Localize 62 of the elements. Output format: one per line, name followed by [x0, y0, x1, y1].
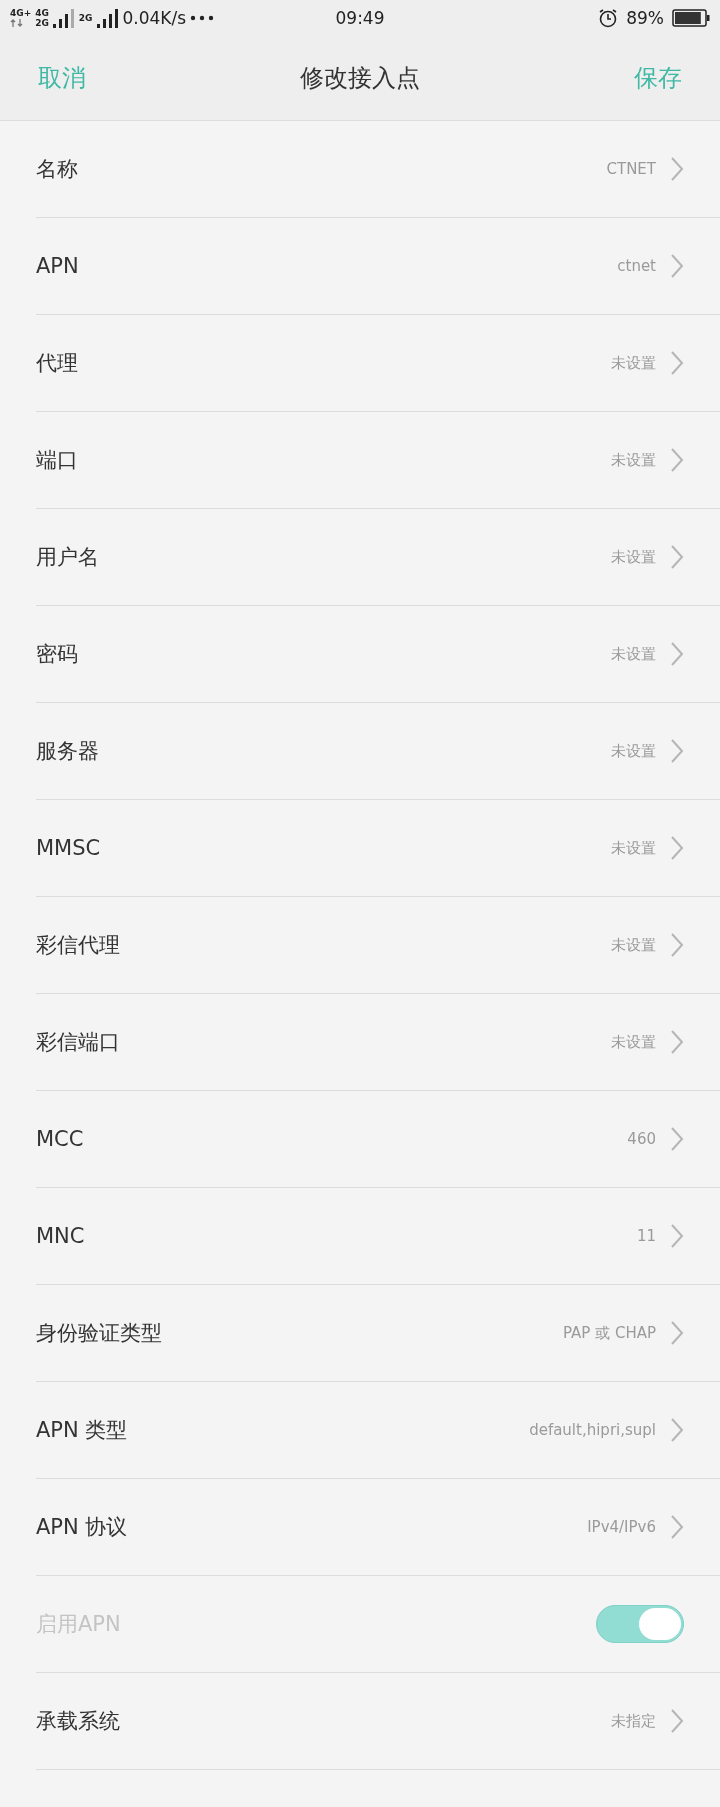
- setting-label[interactable]: 彩信端口: [36, 1028, 597, 1056]
- network-type: 4G+: [10, 9, 32, 18]
- setting-label[interactable]: 名称: [36, 155, 593, 183]
- chevron-right-icon: [670, 1126, 684, 1152]
- setting-label[interactable]: 代理: [36, 349, 597, 377]
- chevron-right-icon: [670, 1514, 684, 1540]
- chevron-right-icon: [670, 1708, 684, 1734]
- signal-icon: [52, 8, 75, 28]
- setting-value: 未设置: [611, 838, 656, 858]
- network-type: 2G: [78, 13, 93, 23]
- setting-label[interactable]: APN 类型: [36, 1416, 516, 1444]
- setting-label[interactable]: APN 协议: [36, 1513, 574, 1541]
- setting-value: 未设置: [611, 935, 656, 955]
- setting-label[interactable]: MNC: [36, 1224, 623, 1248]
- chevron-right-icon: [670, 544, 684, 570]
- data-arrows-icon: [10, 19, 24, 27]
- setting-label[interactable]: 彩信代理: [36, 931, 597, 959]
- setting-label[interactable]: 身份验证类型: [36, 1319, 549, 1347]
- page-title: 修改接入点: [300, 63, 420, 94]
- more-dots-icon: [190, 15, 215, 21]
- chevron-right-icon: [670, 835, 684, 861]
- setting-value: CTNET: [606, 160, 656, 178]
- setting-label[interactable]: 端口: [36, 446, 597, 474]
- setting-value: 未设置: [611, 353, 656, 373]
- chevron-right-icon: [670, 253, 684, 279]
- chevron-right-icon: [670, 1320, 684, 1346]
- setting-value: IPv4/IPv6: [587, 1518, 656, 1536]
- setting-label[interactable]: 服务器: [36, 737, 597, 765]
- setting-value: 11: [636, 1227, 656, 1245]
- setting-value: 460: [627, 1130, 656, 1148]
- chevron-right-icon: [670, 641, 684, 667]
- setting-label[interactable]: MMSC: [36, 836, 597, 860]
- signal-icon: [96, 8, 119, 28]
- clock-time: 09:49: [335, 8, 385, 28]
- setting-value: ctnet: [617, 257, 656, 275]
- setting-value: PAP 或 CHAP: [563, 1323, 656, 1343]
- chevron-right-icon: [670, 156, 684, 182]
- network-speed: 0.04K/s: [122, 8, 187, 28]
- chevron-right-icon: [670, 350, 684, 376]
- setting-label[interactable]: APN: [36, 254, 604, 278]
- setting-value: 未指定: [611, 1711, 656, 1731]
- chevron-right-icon: [670, 447, 684, 473]
- network-type: 4G: [35, 8, 49, 18]
- battery-percent: 89%: [626, 8, 664, 28]
- setting-value: 未设置: [611, 644, 656, 664]
- alarm-clock-icon: [598, 8, 619, 28]
- setting-value: 未设置: [611, 450, 656, 470]
- chevron-right-icon: [670, 1223, 684, 1249]
- setting-value: 未设置: [611, 547, 656, 567]
- setting-value: 未设置: [611, 741, 656, 761]
- chevron-right-icon: [670, 1417, 684, 1443]
- battery-icon: [672, 9, 710, 27]
- network-type: 2G: [35, 18, 49, 28]
- setting-label[interactable]: 密码: [36, 640, 597, 668]
- chevron-right-icon: [670, 1029, 684, 1055]
- setting-label[interactable]: MCC: [36, 1127, 614, 1151]
- setting-label[interactable]: 用户名: [36, 543, 597, 571]
- setting-value: default,hipri,supl: [529, 1421, 656, 1439]
- chevron-right-icon: [670, 738, 684, 764]
- setting-label[interactable]: 承载系统: [36, 1707, 597, 1735]
- setting-value: 未设置: [611, 1032, 656, 1052]
- chevron-right-icon: [670, 932, 684, 958]
